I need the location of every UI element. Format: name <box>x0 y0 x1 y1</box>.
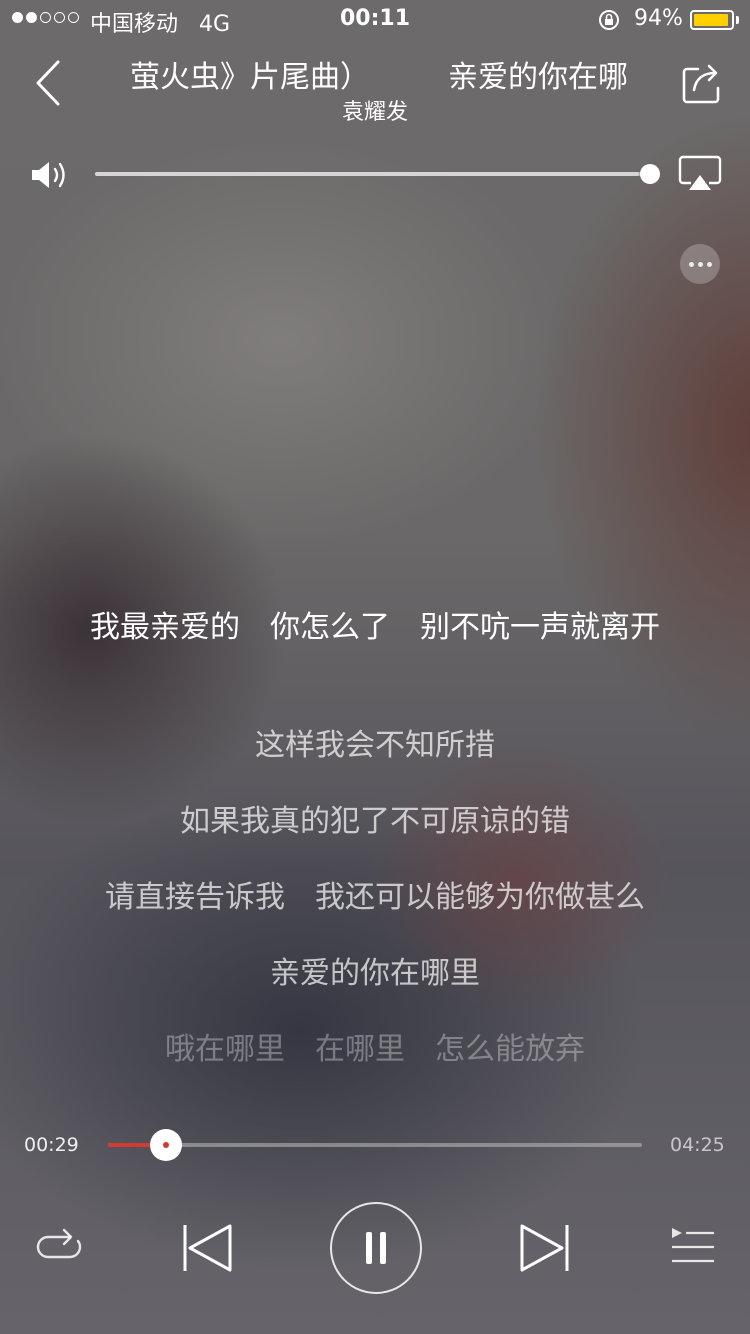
status-bar: 中国移动 4G 00:11 94% <box>0 0 750 40</box>
battery-percent: 94% <box>634 6 683 31</box>
song-title-part-1: 萤火虫》片尾曲） <box>130 60 370 94</box>
battery-icon <box>690 10 734 30</box>
more-options-icon[interactable] <box>680 244 720 284</box>
playback-progress-bar[interactable] <box>108 1143 642 1147</box>
lyric-line: 哦在哪里 在哪里 怎么能放弃 <box>165 1032 585 1067</box>
airplay-icon[interactable] <box>678 155 722 193</box>
orientation-lock-icon <box>599 10 619 30</box>
song-title-part-2: 亲爱的你在哪 <box>448 60 628 94</box>
previous-track-icon[interactable] <box>180 1222 234 1274</box>
battery-tip <box>736 16 739 24</box>
volume-slider-thumb[interactable] <box>640 164 660 184</box>
lyric-line: 亲爱的你在哪里 <box>270 956 480 991</box>
lyric-line: 这样我会不知所措 <box>255 728 495 763</box>
total-time: 04:25 <box>670 1134 725 1156</box>
play-pause-button[interactable] <box>330 1202 422 1294</box>
artist-name: 袁耀发 <box>341 100 408 125</box>
playback-progress-thumb[interactable] <box>150 1129 183 1161</box>
song-title-marquee: 萤火虫》片尾曲） 亲爱的你在哪 <box>100 48 640 94</box>
lyric-line: 请直接告诉我 我还可以能够为你做甚么 <box>105 880 645 915</box>
elapsed-time: 00:29 <box>24 1134 79 1156</box>
volume-slider[interactable] <box>95 172 650 176</box>
speaker-icon <box>32 162 65 188</box>
pause-icon <box>366 1232 386 1264</box>
lyric-line: 如果我真的犯了不可原谅的错 <box>180 804 570 839</box>
repeat-icon[interactable] <box>34 1225 84 1269</box>
share-icon[interactable] <box>680 60 724 106</box>
lyric-line-current: 我最亲爱的 你怎么了 别不吭一声就离开 <box>90 610 660 645</box>
playlist-icon[interactable] <box>670 1226 716 1268</box>
next-track-icon[interactable] <box>518 1222 572 1274</box>
